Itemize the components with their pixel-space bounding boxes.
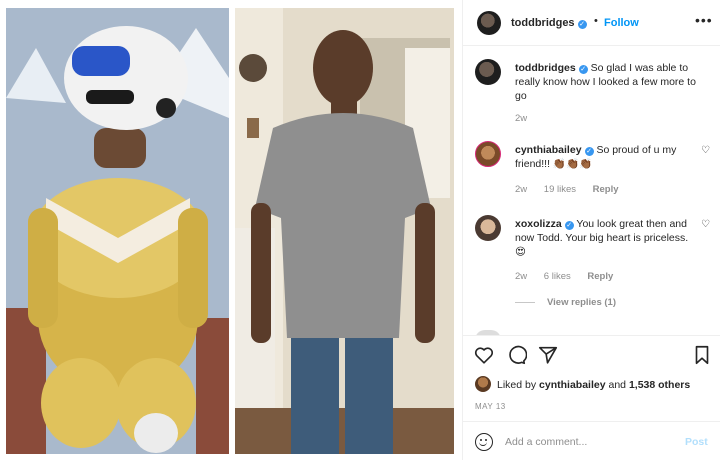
- comment-like-heart-icon[interactable]: ♡: [701, 145, 710, 156]
- comment-item: xoxolizza ✓ You look great then and now T…: [463, 213, 720, 313]
- caption-meta: 2w: [515, 113, 541, 124]
- follow-button[interactable]: Follow: [604, 17, 639, 29]
- caption-username[interactable]: toddbridges: [515, 62, 576, 74]
- view-replies-button[interactable]: View replies (1): [515, 297, 616, 308]
- more-options-icon[interactable]: •••: [695, 12, 713, 28]
- commenter-avatar[interactable]: [475, 215, 501, 241]
- after-photo-illustration: [235, 8, 454, 454]
- post-panel: toddbridges ✓ • Follow ••• toddbridges ✓ S…: [462, 0, 720, 460]
- liker-username[interactable]: cynthiabailey: [539, 379, 606, 391]
- verified-badge-icon: ✓: [577, 20, 587, 29]
- liker-avatar[interactable]: [475, 376, 491, 392]
- comment-meta: 2w 6 likes Reply: [515, 271, 627, 282]
- comment-username[interactable]: cynthiabailey: [515, 144, 582, 156]
- likes-others[interactable]: 1,538 others: [629, 379, 690, 391]
- verified-badge-icon: ✓: [564, 221, 574, 230]
- comment-text: cynthiabailey ✓ So proud of u my friend!!…: [515, 143, 697, 171]
- bookmark-icon[interactable]: [691, 344, 713, 366]
- comment-age: 2w: [515, 184, 528, 195]
- reply-button[interactable]: Reply: [593, 184, 619, 195]
- action-bar: [463, 335, 720, 371]
- heart-icon[interactable]: [473, 344, 495, 366]
- comment-item: cynthiabailey ✓ So proud of u my friend!!…: [463, 139, 720, 207]
- comment-icon[interactable]: [505, 344, 527, 366]
- post-comment-button[interactable]: Post: [685, 436, 708, 448]
- comment-age: 2w: [515, 271, 528, 282]
- photo-after: [235, 8, 454, 454]
- verified-badge-icon: ✓: [578, 65, 588, 74]
- likes-text: Liked by cynthiabailey and 1,538 others: [497, 379, 691, 391]
- comment-likes[interactable]: 19 likes: [544, 184, 576, 195]
- photo-before: [6, 8, 229, 454]
- post-date[interactable]: MAY 13: [475, 402, 506, 411]
- comment-username[interactable]: xoxolizza: [515, 218, 562, 230]
- caption-text: toddbridges ✓ So glad I was able to reall…: [515, 61, 697, 103]
- caption: toddbridges ✓ So glad I was able to reall…: [463, 47, 720, 127]
- header-separator: •: [594, 15, 598, 27]
- comment-text: xoxolizza ✓ You look great then and now T…: [515, 217, 697, 259]
- paper-plane-icon[interactable]: [537, 344, 559, 366]
- caption-avatar[interactable]: [475, 59, 501, 85]
- comment-like-heart-icon[interactable]: ♡: [701, 219, 710, 230]
- author-username[interactable]: toddbridges ✓: [511, 17, 587, 29]
- commenter-avatar[interactable]: [475, 141, 501, 167]
- post-media[interactable]: [0, 0, 460, 460]
- author-avatar[interactable]: [477, 11, 501, 35]
- before-photo-illustration: [6, 8, 229, 454]
- comment-input[interactable]: [505, 432, 675, 452]
- caption-age: 2w: [515, 113, 528, 124]
- add-comment-bar: Post: [463, 421, 720, 460]
- post-header: toddbridges ✓ • Follow •••: [463, 0, 720, 46]
- verified-badge-icon: ✓: [584, 147, 594, 156]
- reply-button[interactable]: Reply: [587, 271, 613, 282]
- comments-list[interactable]: toddbridges ✓ So glad I was able to reall…: [463, 47, 720, 335]
- comment-likes[interactable]: 6 likes: [544, 271, 571, 282]
- comment-meta: 2w 19 likes Reply: [515, 184, 633, 195]
- smiley-icon[interactable]: [475, 433, 493, 451]
